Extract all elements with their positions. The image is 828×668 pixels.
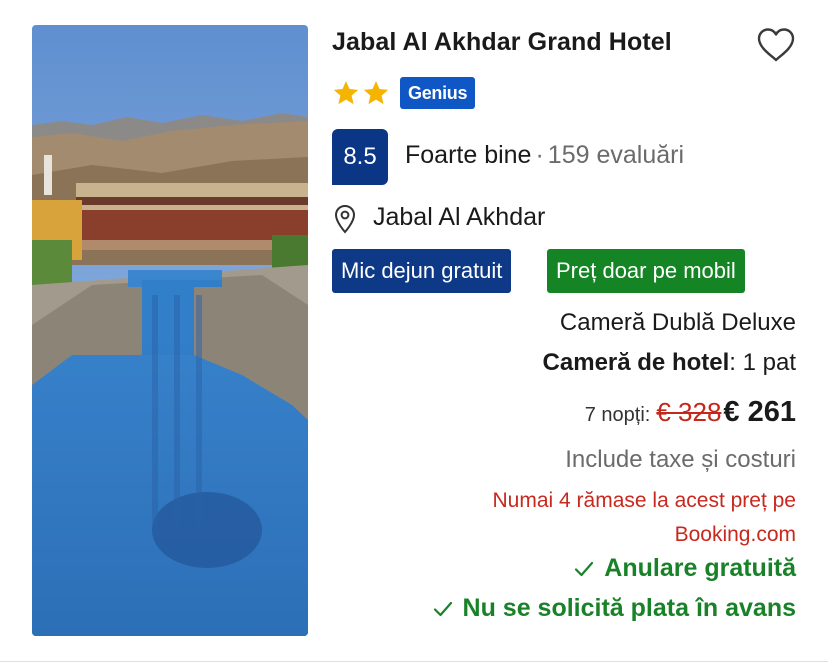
availability-warning: Numai 4 rămase la acest preț pe Booking.… xyxy=(492,489,796,546)
bed-info: Cameră de hotel: 1 pat xyxy=(543,349,796,377)
price-line: 7 nopți: € 328 € 261 xyxy=(585,396,796,429)
free-cancellation-perk: Anulare gratuită xyxy=(574,554,796,583)
no-prepayment-perk: Nu se solicită plata în avans xyxy=(433,594,796,623)
separator-dot: · xyxy=(535,141,544,169)
star-rating xyxy=(332,79,390,107)
taxes-note: Include taxe și costuri xyxy=(565,446,796,473)
genius-badge: Genius xyxy=(400,77,476,109)
mobile-price-badge: Preț doar pe mobil xyxy=(547,249,745,293)
free-breakfast-badge: Mic dejun gratuit xyxy=(332,249,512,293)
nights-label: 7 nopți: xyxy=(584,404,651,426)
hotel-location-link[interactable]: Jabal Al Akhdar xyxy=(373,203,545,232)
review-summary[interactable]: Foarte bine · 159 evaluări xyxy=(405,141,684,170)
review-score-badge[interactable]: 8.5 xyxy=(332,129,388,185)
review-count: 159 evaluări xyxy=(547,141,685,169)
hotel-name[interactable]: Jabal Al Akhdar Grand Hotel xyxy=(332,28,672,57)
hotel-photo-image xyxy=(32,25,308,636)
room-type: Cameră Dublă Deluxe xyxy=(559,309,796,336)
bed-value: : 1 pat xyxy=(729,349,796,376)
hotel-card[interactable]: Jabal Al Akhdar Grand Hotel Genius 8.5 F… xyxy=(0,0,828,668)
current-price: € 261 xyxy=(723,396,796,428)
star-icon xyxy=(363,81,389,105)
check-icon xyxy=(575,561,594,576)
heart-outline-icon[interactable] xyxy=(755,25,797,65)
old-price: € 328 xyxy=(656,397,722,427)
review-score-word: Foarte bine xyxy=(405,141,532,169)
hotel-photo[interactable] xyxy=(32,25,308,636)
card-divider xyxy=(0,661,828,662)
star-icon xyxy=(333,81,359,105)
free-cancellation-text: Anulare gratuită xyxy=(604,554,796,582)
bed-label: Cameră de hotel xyxy=(542,349,730,376)
map-pin-icon xyxy=(334,204,356,234)
no-prepayment-text: Nu se solicită plata în avans xyxy=(462,594,796,622)
check-icon xyxy=(433,601,452,616)
